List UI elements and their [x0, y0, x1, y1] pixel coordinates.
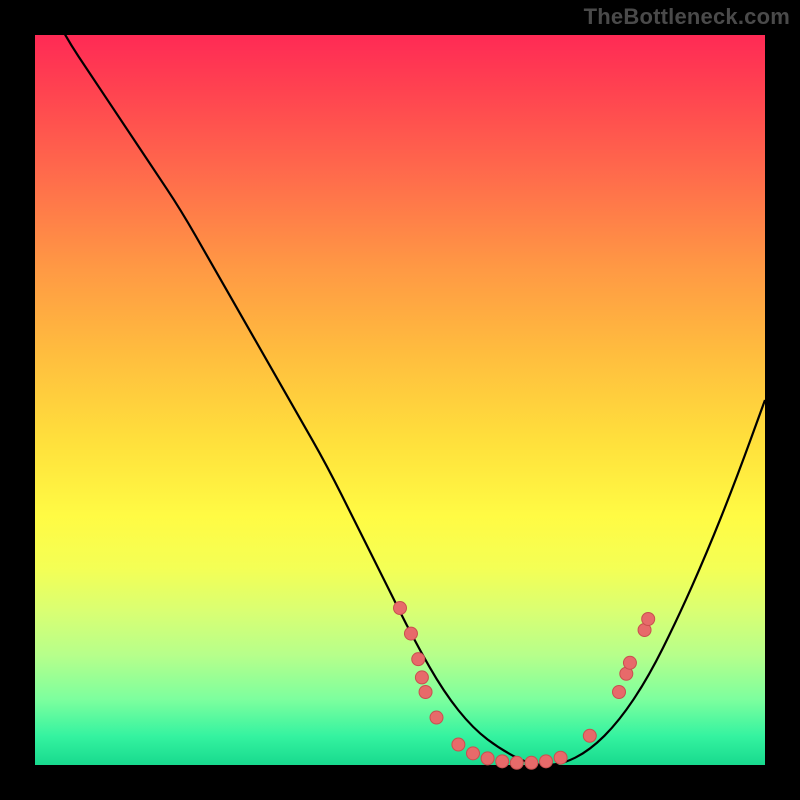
chart-frame: TheBottleneck.com	[0, 0, 800, 800]
curve-markers	[394, 602, 655, 770]
curve-marker	[481, 752, 494, 765]
curve-marker	[412, 653, 425, 666]
attribution-label: TheBottleneck.com	[584, 4, 790, 30]
curve-marker	[510, 756, 523, 769]
curve-marker	[430, 711, 443, 724]
curve-marker	[404, 627, 417, 640]
curve-marker	[415, 671, 428, 684]
curve-marker	[623, 656, 636, 669]
bottleneck-curve	[35, 35, 765, 765]
curve-marker	[525, 756, 538, 769]
curve-marker	[642, 613, 655, 626]
curve-marker	[496, 755, 509, 768]
curve-marker	[394, 602, 407, 615]
curve-marker	[452, 738, 465, 751]
curve-marker	[467, 747, 480, 760]
curve-marker	[540, 755, 553, 768]
curve-marker	[419, 686, 432, 699]
curve-marker	[583, 729, 596, 742]
curve-marker	[613, 686, 626, 699]
plot-area	[35, 35, 765, 765]
curve-marker	[554, 751, 567, 764]
curve-path	[35, 0, 765, 765]
